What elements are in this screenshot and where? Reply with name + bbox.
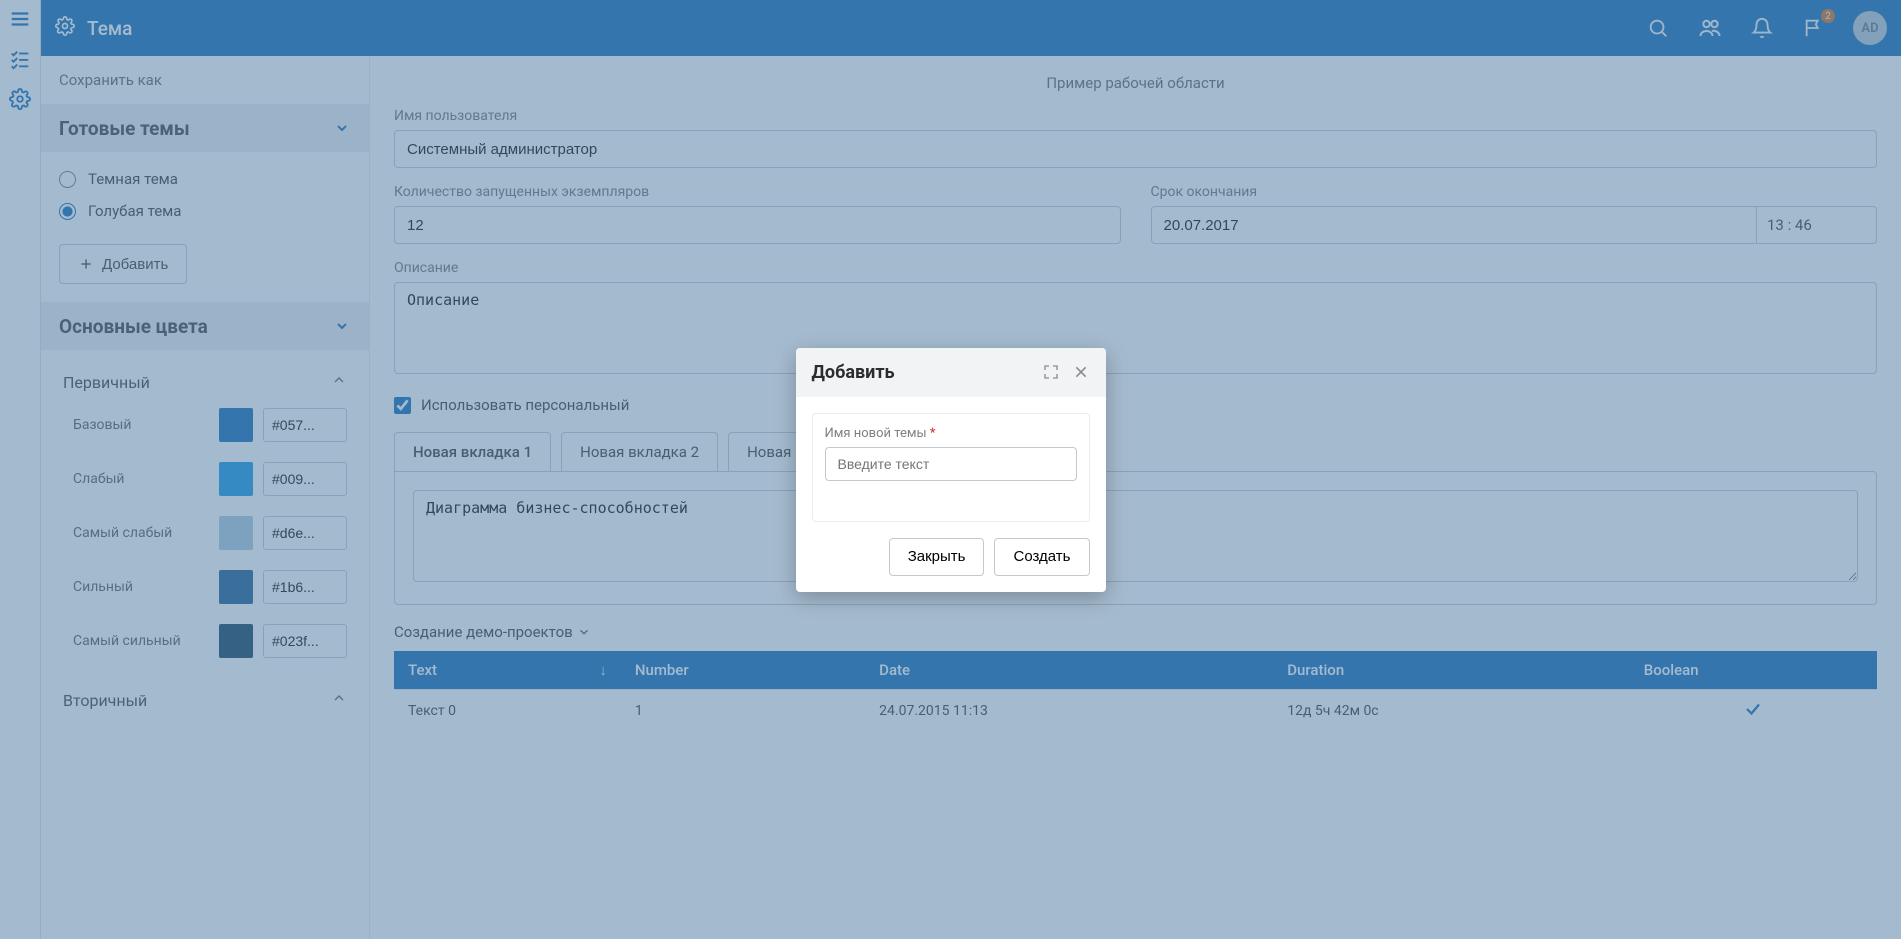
modal-overlay: Добавить Имя новой темы * Закрыть Создат… bbox=[0, 0, 1901, 939]
modal-header: Добавить bbox=[796, 348, 1106, 397]
close-icon[interactable] bbox=[1072, 363, 1090, 381]
expand-icon[interactable] bbox=[1042, 363, 1060, 381]
modal-card: Имя новой темы * bbox=[812, 413, 1090, 522]
new-theme-label: Имя новой темы * bbox=[825, 426, 1077, 441]
modal-title: Добавить bbox=[812, 362, 895, 383]
new-theme-input[interactable] bbox=[825, 447, 1077, 481]
required-asterisk: * bbox=[930, 426, 936, 441]
create-button[interactable]: Создать bbox=[994, 538, 1089, 576]
close-button[interactable]: Закрыть bbox=[889, 538, 985, 576]
add-theme-modal: Добавить Имя новой темы * Закрыть Создат… bbox=[796, 348, 1106, 592]
